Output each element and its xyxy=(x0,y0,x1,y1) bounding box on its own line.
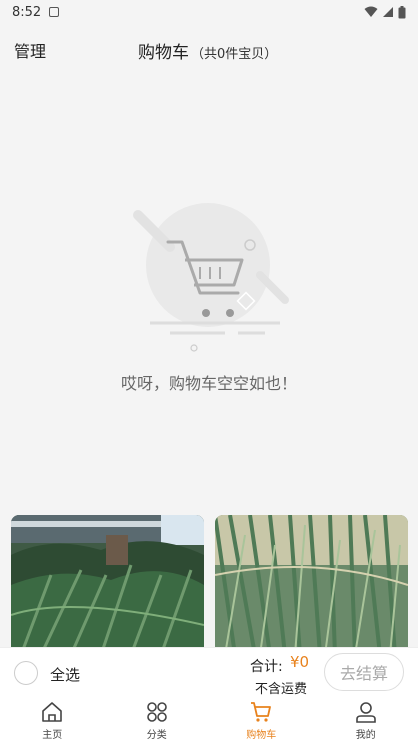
notification-icon xyxy=(49,7,60,17)
item-count: （共0件宝贝） xyxy=(191,47,278,62)
nav-label-home: 主页 xyxy=(42,730,63,741)
bottom-nav: 主页 分类 购物车 我的 xyxy=(0,697,418,743)
empty-cart-message: 哎呀，购物车空空如也！ xyxy=(120,374,297,393)
status-icons xyxy=(364,5,406,19)
page-title-wrap: 购物车 （共0件宝贝） xyxy=(138,38,277,63)
checkout-button[interactable]: 去结算 xyxy=(324,653,404,691)
recommend-product-image-2[interactable] xyxy=(215,515,408,655)
nav-label-profile: 我的 xyxy=(355,730,376,741)
shipping-note: 不含运费 xyxy=(255,682,308,697)
total-label: 合计: xyxy=(250,659,283,675)
product-photo xyxy=(215,515,408,655)
wifi-icon xyxy=(364,6,378,17)
page-title: 购物车 xyxy=(138,43,189,63)
nav-item-cart[interactable]: 购物车 xyxy=(209,697,314,743)
home-icon xyxy=(42,702,63,722)
total-value: ¥0 xyxy=(290,653,310,671)
cart-icon xyxy=(251,702,272,722)
product-photo xyxy=(11,515,204,655)
status-time: 8:52 xyxy=(12,4,42,20)
category-icon xyxy=(146,702,167,722)
battery-icon xyxy=(398,5,406,18)
checkout-bar: 全选 合计: ¥0 不含运费 去结算 xyxy=(0,647,418,697)
empty-cart-icon xyxy=(133,203,289,352)
header: 管理 购物车 （共0件宝贝） xyxy=(0,30,418,66)
manage-button[interactable]: 管理 xyxy=(14,38,46,62)
nav-label-cart: 购物车 xyxy=(246,730,277,741)
signal-icon xyxy=(383,7,393,17)
status-bar: 8:52 xyxy=(0,0,418,24)
nav-item-category[interactable]: 分类 xyxy=(105,697,210,743)
nav-label-category: 分类 xyxy=(146,730,167,741)
recommend-product-image-1[interactable] xyxy=(11,515,204,655)
nav-item-home[interactable]: 主页 xyxy=(0,697,105,743)
select-all-checkbox[interactable] xyxy=(14,661,38,685)
empty-cart-illustration xyxy=(130,195,290,355)
select-all-label[interactable]: 全选 xyxy=(50,664,80,685)
profile-icon xyxy=(355,702,376,723)
nav-item-profile[interactable]: 我的 xyxy=(314,697,418,743)
